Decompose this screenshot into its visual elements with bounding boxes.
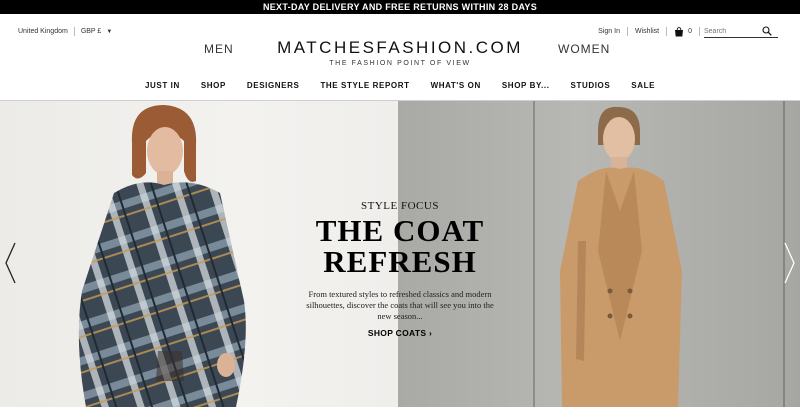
nav-item-designers[interactable]: DESIGNERS xyxy=(247,81,300,90)
hero-banner[interactable]: STYLE FOCUS THE COAT REFRESH From textur… xyxy=(0,101,800,407)
nav-item-sale[interactable]: SALE xyxy=(631,81,655,90)
country-selector[interactable]: United Kingdom xyxy=(18,28,68,35)
hero-headline-line2: REFRESH xyxy=(323,244,477,279)
hero-kicker: STYLE FOCUS xyxy=(361,200,439,212)
promo-banner[interactable]: NEXT-DAY DELIVERY AND FREE RETURNS WITHI… xyxy=(0,0,800,14)
account-bar: Sign In Wishlist 0 xyxy=(591,25,778,38)
nav-item-the-style-report[interactable]: THE STYLE REPORT xyxy=(320,81,409,90)
bag-count: 0 xyxy=(688,28,692,35)
divider xyxy=(699,27,700,36)
currency-selector[interactable]: GBP £ xyxy=(81,28,102,35)
locale-selector[interactable]: United Kingdom GBP £ ▼ xyxy=(18,27,112,36)
nav-item-shop-by[interactable]: SHOP BY... xyxy=(502,81,550,90)
model-plaid-coat-image xyxy=(78,105,246,407)
hero-copy: STYLE FOCUS THE COAT REFRESH From textur… xyxy=(290,200,510,341)
nav-item-whats-on[interactable]: WHAT'S ON xyxy=(431,81,481,90)
tagline: THE FASHION POINT OF VIEW xyxy=(329,60,471,67)
wishlist-link[interactable]: Wishlist xyxy=(628,28,666,35)
hero-description: From textured styles to refreshed classi… xyxy=(306,289,494,321)
nav-item-studios[interactable]: STUDIOS xyxy=(571,81,611,90)
nav-item-just-in[interactable]: JUST IN xyxy=(145,81,180,90)
chevron-left-icon[interactable] xyxy=(3,241,17,285)
main-navigation: JUST IN SHOP DESIGNERS THE STYLE REPORT … xyxy=(0,81,800,90)
search-input[interactable] xyxy=(704,27,762,35)
nav-item-shop[interactable]: SHOP xyxy=(201,81,226,90)
women-link[interactable]: WOMEN xyxy=(558,42,610,56)
chevron-right-icon[interactable] xyxy=(783,241,797,285)
search-field[interactable] xyxy=(704,25,778,38)
site-logo[interactable]: MATCHESFASHION.COM xyxy=(0,38,800,58)
shopping-bag-icon xyxy=(675,26,684,36)
hero-headline: THE COAT REFRESH xyxy=(290,215,510,277)
model-camel-coat-image xyxy=(560,106,682,407)
shopping-bag-button[interactable]: 0 xyxy=(667,26,699,37)
wall-seam xyxy=(533,101,535,407)
sign-in-link[interactable]: Sign In xyxy=(591,28,627,35)
divider xyxy=(73,27,75,36)
hero-headline-line1: THE COAT xyxy=(315,213,485,248)
search-icon[interactable] xyxy=(762,26,772,36)
shop-coats-link[interactable]: SHOP COATS › xyxy=(368,328,432,338)
caret-down-icon[interactable]: ▼ xyxy=(106,29,112,35)
site-header: United Kingdom GBP £ ▼ Sign In Wishlist … xyxy=(0,14,800,101)
